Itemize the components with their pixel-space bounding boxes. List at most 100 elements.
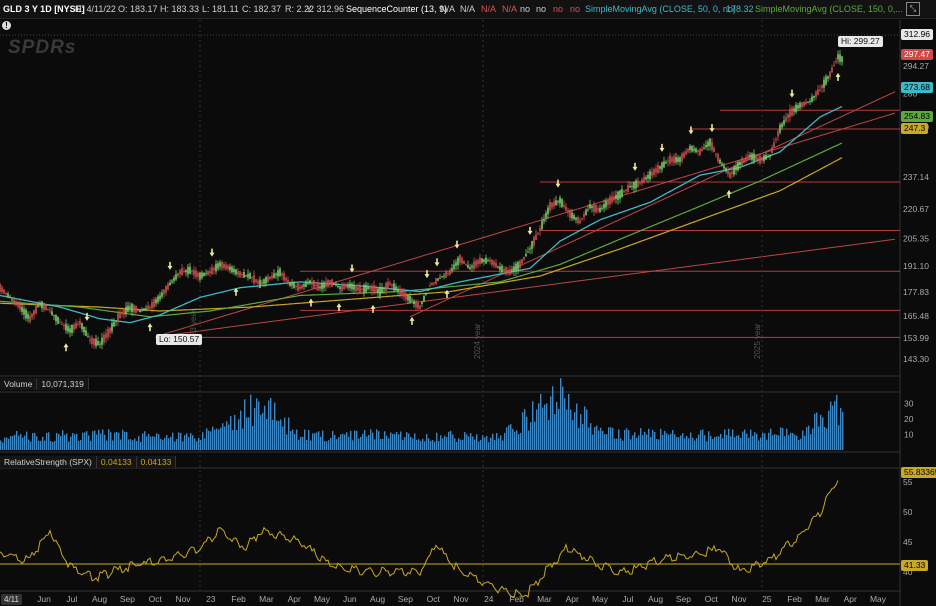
volume-bar xyxy=(230,416,232,450)
volume-bar xyxy=(634,432,636,450)
volume-bar xyxy=(416,439,418,450)
price-candle-body xyxy=(519,260,521,269)
volume-bar xyxy=(792,432,794,450)
price-candle-body xyxy=(405,292,407,300)
price-candle-body xyxy=(171,280,173,283)
volume-bar xyxy=(560,378,562,450)
volume-bar xyxy=(700,430,702,450)
price-candle-body xyxy=(717,154,719,162)
volume-bar xyxy=(144,431,146,450)
volume-bar xyxy=(760,437,762,450)
volume-bar xyxy=(638,435,640,450)
price-candle-body xyxy=(147,305,149,310)
volume-bar xyxy=(312,433,314,450)
price-candle-body xyxy=(629,186,631,188)
volume-bar xyxy=(598,430,600,450)
price-candle-body xyxy=(81,323,83,330)
volume-bar xyxy=(106,440,108,450)
price-candle-body xyxy=(797,105,799,109)
sell-arrow-icon xyxy=(709,124,715,133)
price-candle-body xyxy=(155,299,157,304)
price-candle-body xyxy=(359,286,361,294)
volume-bar xyxy=(522,412,524,450)
rs-panel-header[interactable]: RelativeStrength (SPX) 0.04133 0.04133 xyxy=(0,456,177,468)
rs-line-tag: 41.33 xyxy=(901,560,929,571)
volume-bar xyxy=(746,433,748,450)
volume-bar xyxy=(796,435,798,450)
volume-bar xyxy=(36,436,38,450)
price-candle-body xyxy=(509,269,511,275)
price-candle-body xyxy=(51,311,53,316)
volume-bar xyxy=(676,437,678,450)
volume-bar xyxy=(468,436,470,450)
price-candle-body xyxy=(399,288,401,295)
volume-bar xyxy=(412,438,414,450)
price-axis-tick: 165.48 xyxy=(903,311,929,321)
price-candle-body xyxy=(209,271,211,274)
volume-bar xyxy=(438,440,440,450)
volume-bar xyxy=(680,435,682,450)
price-chart[interactable]: 294.27280262.80237.14220.67205.35191.101… xyxy=(0,0,936,606)
volume-bar xyxy=(454,438,456,450)
volume-bar xyxy=(18,435,20,450)
price-candle-body xyxy=(687,148,689,152)
x-axis-tick: Jun xyxy=(343,594,357,604)
volume-bar xyxy=(460,439,462,450)
volume-bar xyxy=(126,431,128,450)
price-candle-body xyxy=(559,197,561,204)
volume-bar xyxy=(422,438,424,450)
price-candle-body xyxy=(595,204,597,213)
price-candle-body xyxy=(339,286,341,289)
price-candle-body xyxy=(35,305,37,314)
price-candle-body xyxy=(309,280,311,284)
price-candle-body xyxy=(227,265,229,270)
hi-annotation: Hi: 299.27 xyxy=(838,36,883,47)
price-candle-body xyxy=(551,202,553,208)
volume-bar xyxy=(662,434,664,450)
volume-bar xyxy=(192,435,194,450)
lo-annotation: Lo: 150.57 xyxy=(156,334,203,345)
x-axis-tick: May xyxy=(314,594,331,604)
volume-bar xyxy=(310,440,312,450)
price-candle-body xyxy=(375,288,377,292)
price-candle-body xyxy=(0,283,1,292)
volume-bar xyxy=(568,393,570,450)
volume-bar xyxy=(248,417,250,450)
volume-panel-header[interactable]: Volume 10,071,319 xyxy=(0,378,89,390)
price-candle-body xyxy=(133,305,135,313)
price-candle-body xyxy=(493,261,495,266)
volume-bar xyxy=(538,403,540,450)
price-candle-body xyxy=(467,264,469,268)
rs-value-1: 0.04133 xyxy=(97,456,137,468)
price-candle-body xyxy=(99,343,101,345)
price-candle-body xyxy=(639,182,641,184)
price-candle-body xyxy=(569,210,571,218)
price-candle-body xyxy=(607,199,609,205)
price-candle-body xyxy=(803,101,805,106)
volume-bar xyxy=(42,436,44,450)
volume-bar xyxy=(556,401,558,450)
price-candle-body xyxy=(21,306,23,312)
price-candle-body xyxy=(153,299,155,308)
volume-bar xyxy=(358,438,360,450)
price-axis-tick: 143.30 xyxy=(903,354,929,364)
volume-bar xyxy=(30,441,32,450)
price-candle-body xyxy=(575,217,577,220)
price-candle-body xyxy=(643,177,645,183)
volume-bar xyxy=(698,434,700,450)
price-candle-body xyxy=(737,161,739,171)
price-candle-body xyxy=(25,309,27,319)
price-candle-body xyxy=(585,209,587,216)
price-candle-body xyxy=(87,336,89,338)
price-axis-tick: 177.83 xyxy=(903,287,929,297)
volume-bar xyxy=(478,441,480,450)
price-candle-body xyxy=(827,76,829,79)
volume-bar xyxy=(424,441,426,450)
volume-bar xyxy=(136,441,138,450)
price-candle-body xyxy=(547,207,549,215)
price-candle-body xyxy=(603,203,605,209)
price-candle-body xyxy=(683,152,685,158)
volume-bar xyxy=(564,398,566,450)
volume-bar xyxy=(812,428,814,450)
volume-bar xyxy=(164,437,166,450)
